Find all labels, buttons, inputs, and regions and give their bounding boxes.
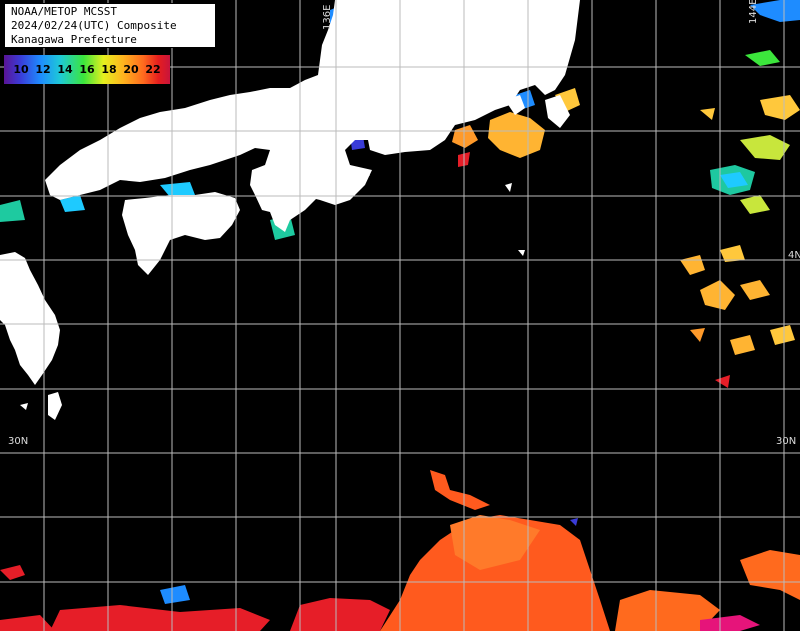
legend-value: 10 [13, 63, 29, 76]
sst-map [0, 0, 800, 631]
legend-value: 12 [35, 63, 51, 76]
lat-label-34n-right: 4N [788, 250, 800, 261]
lon-label-144e: 144E [748, 0, 759, 24]
legend-value: 22 [145, 63, 161, 76]
title-line-1: NOAA/METOP MCSST [11, 5, 117, 18]
lon-label-136e: 136E [322, 4, 333, 30]
lat-label-30n-right: 30N [776, 436, 797, 447]
temperature-legend: 10 12 14 16 18 20 22 [4, 55, 170, 84]
lat-label-30n-left: 30N [8, 436, 29, 447]
legend-value: 18 [101, 63, 117, 76]
map-title-box: NOAA/METOP MCSST 2024/02/24(UTC) Composi… [4, 3, 216, 48]
title-line-2: 2024/02/24(UTC) Composite [11, 19, 177, 32]
legend-value: 20 [123, 63, 139, 76]
title-line-3: Kanagawa Prefecture [11, 33, 137, 46]
legend-value: 16 [79, 63, 95, 76]
legend-value: 14 [57, 63, 73, 76]
